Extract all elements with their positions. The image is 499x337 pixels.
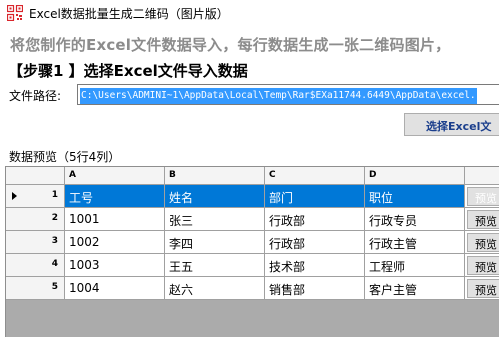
select-excel-button[interactable]: 选择Excel文 [404, 113, 499, 136]
row-header[interactable]: 2 [6, 208, 65, 231]
table-cell[interactable]: 行政专员 [365, 208, 465, 231]
subtitle: 将您制作的Excel文件数据导入，每行数据生成一张二维码图片， [10, 36, 451, 54]
preview-button[interactable]: 预览 [467, 256, 499, 275]
table-cell-action: 预览 [465, 231, 499, 254]
table-cell[interactable]: 技术部 [265, 254, 365, 277]
grid-corner [6, 167, 65, 185]
window-title: Excel数据批量生成二维码（图片版） [29, 7, 229, 21]
preview-button[interactable]: 预览 [467, 187, 499, 206]
data-grid[interactable]: A B C D 1 工号 姓名 部门 职位 预览 2 1001 张三 行政部 行… [5, 166, 499, 337]
table-cell[interactable]: 工号 [65, 185, 165, 208]
table-cell[interactable]: 1004 [65, 277, 165, 300]
table-cell[interactable]: 销售部 [265, 277, 365, 300]
data-preview-label: 数据预览（5行4列） [9, 150, 121, 164]
file-path-input[interactable]: C:\Users\ADMINI~1\AppData\Local\Temp\Rar… [77, 84, 499, 105]
column-header-action [465, 167, 499, 185]
table-cell[interactable]: 行政部 [265, 208, 365, 231]
table-cell[interactable]: 1003 [65, 254, 165, 277]
table-cell[interactable]: 1001 [65, 208, 165, 231]
title-bar: Excel数据批量生成二维码（图片版） [0, 0, 499, 28]
column-header-c[interactable]: C [265, 167, 365, 185]
table-cell[interactable]: 王五 [165, 254, 265, 277]
step-heading: 【步骤1 】选择Excel文件导入数据 [8, 62, 248, 80]
table-cell[interactable]: 职位 [365, 185, 465, 208]
table-cell[interactable]: 张三 [165, 208, 265, 231]
table-cell[interactable]: 1002 [65, 231, 165, 254]
table-cell[interactable]: 赵六 [165, 277, 265, 300]
table-cell-action: 预览 [465, 254, 499, 277]
qr-code-icon [7, 5, 23, 21]
table-cell[interactable]: 工程师 [365, 254, 465, 277]
row-pointer-icon [12, 192, 17, 200]
row-header[interactable]: 4 [6, 254, 65, 277]
table-cell[interactable]: 部门 [265, 185, 365, 208]
column-header-a[interactable]: A [65, 167, 165, 185]
file-path-value: C:\Users\ADMINI~1\AppData\Local\Temp\Rar… [80, 88, 477, 104]
table-cell-action: 预览 [465, 185, 499, 208]
row-header[interactable]: 5 [6, 277, 65, 300]
preview-button[interactable]: 预览 [467, 279, 499, 298]
row-header[interactable]: 3 [6, 231, 65, 254]
table-cell[interactable]: 行政部 [265, 231, 365, 254]
preview-button[interactable]: 预览 [467, 233, 499, 252]
table-cell-action: 预览 [465, 208, 499, 231]
row-number: 1 [51, 190, 58, 200]
table-cell[interactable]: 客户主管 [365, 277, 465, 300]
table-cell[interactable]: 李四 [165, 231, 265, 254]
row-header[interactable]: 1 [6, 185, 65, 208]
column-header-b[interactable]: B [165, 167, 265, 185]
file-path-label: 文件路径: [9, 89, 62, 103]
table-cell[interactable]: 行政主管 [365, 231, 465, 254]
table-cell-action: 预览 [465, 277, 499, 300]
table-cell[interactable]: 姓名 [165, 185, 265, 208]
column-header-d[interactable]: D [365, 167, 465, 185]
preview-button[interactable]: 预览 [467, 210, 499, 229]
